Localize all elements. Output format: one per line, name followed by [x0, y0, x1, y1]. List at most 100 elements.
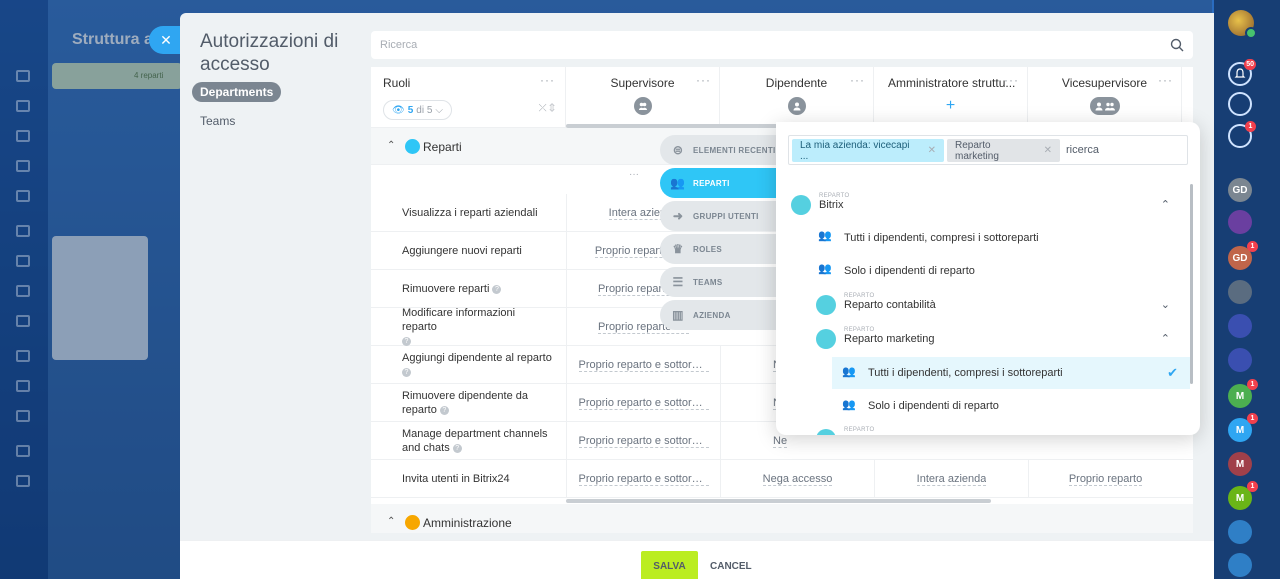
selector-search-input[interactable]: ricerca — [1066, 144, 1099, 156]
roles-label: Ruoli — [383, 76, 411, 90]
tag-label: Reparto marketing — [955, 139, 999, 162]
bookmark-icon[interactable] — [1228, 520, 1252, 544]
contact-avatar[interactable] — [1228, 348, 1252, 372]
user-avatar[interactable] — [1228, 10, 1257, 39]
tree-node-marketing[interactable]: REPARTO Reparto marketing ⌃ — [788, 324, 1188, 356]
nav-departments[interactable]: Departments — [192, 82, 282, 102]
support-chat-icon[interactable] — [1228, 553, 1252, 577]
add-icon[interactable]: + — [942, 97, 960, 115]
crown-icon: ♛ — [672, 242, 684, 256]
column-amministratore[interactable]: Amministratore struttu... ··· + — [874, 67, 1028, 128]
selected-tag[interactable]: Reparto marketing ✕ — [947, 139, 1060, 162]
permission-cell[interactable]: Proprio reparto e sottorep... — [566, 384, 720, 422]
tree-option-selected[interactable]: 👥 Tutti i dipendenti, compresi i sottore… — [832, 357, 1190, 389]
more-icon[interactable]: ··· — [1158, 73, 1173, 87]
chevron-up-icon[interactable]: ⌃ — [387, 140, 395, 151]
chat-icon[interactable]: 1 — [1228, 121, 1256, 148]
contact-badge: 1 — [1247, 241, 1258, 252]
remove-tag-icon[interactable]: ✕ — [1044, 145, 1052, 156]
cancel-button[interactable]: CANCEL — [710, 551, 752, 579]
contact-avatar[interactable] — [1228, 314, 1252, 338]
contact-avatar[interactable] — [1228, 280, 1252, 304]
tab-label: ELEMENTI RECENTI — [693, 145, 776, 155]
tree-option[interactable]: 👥 Solo i dipendenti di reparto — [788, 392, 1188, 420]
option-label: Tutti i dipendenti, compresi i sottorepa… — [844, 232, 1039, 244]
selected-tag[interactable]: La mia azienda: vicecapi ... ✕ — [792, 139, 944, 162]
permission-name: Modificare informazioni reparto? — [402, 307, 552, 346]
help-icon[interactable]: ? — [439, 405, 449, 415]
user-group-icon — [633, 97, 652, 115]
contact-initials: GD — [1232, 252, 1248, 264]
department-icon — [791, 195, 811, 215]
search-icon[interactable] — [1170, 38, 1184, 52]
save-button[interactable]: SALVA — [641, 551, 698, 579]
column-dipendente[interactable]: Dipendente ··· — [720, 67, 874, 128]
permission-value: Ne — [773, 434, 788, 448]
chevron-up-icon[interactable]: ⌃ — [1161, 332, 1170, 345]
more-icon[interactable]: ··· — [1004, 73, 1019, 87]
activity-stream-icon[interactable] — [1228, 92, 1252, 116]
permission-cell[interactable]: Proprio reparto e sottorep... — [566, 460, 720, 498]
more-icon[interactable]: ··· — [540, 73, 555, 87]
contact-avatar[interactable]: M — [1228, 452, 1252, 476]
remove-tag-icon[interactable]: ✕ — [928, 145, 936, 156]
chevron-down-icon[interactable]: ⌄ — [1161, 298, 1170, 311]
contact-avatar[interactable]: M1 — [1228, 379, 1258, 408]
table-row: Invita utenti in Bitrix24 Proprio repart… — [371, 460, 1193, 498]
tree-node-bitrix[interactable]: REPARTO Bitrix ⌃ — [788, 190, 1188, 222]
help-icon[interactable]: ? — [452, 443, 462, 453]
tree-option[interactable]: 👥 Tutti i dipendenti, compresi i sottore… — [788, 225, 1188, 253]
permission-cell[interactable]: Proprio reparto e sottorep... — [566, 422, 720, 460]
collapse-expand-icon[interactable]: ⤫ ⇕ — [539, 103, 555, 114]
tab-teams[interactable]: ☰ TEAMS — [660, 267, 780, 297]
section-amministrazione[interactable]: ⌃ Amministrazione — [371, 504, 1193, 533]
nav-icon — [16, 315, 30, 327]
permission-cell[interactable]: Proprio reparto — [1028, 460, 1182, 498]
permission-cell[interactable]: Nega accesso — [720, 460, 874, 498]
help-icon[interactable]: ? — [402, 367, 411, 377]
tree-node-contabilita[interactable]: REPARTO Reparto contabilità ⌄ — [788, 290, 1188, 322]
horizontal-scrollbar[interactable] — [566, 499, 991, 503]
permission-value: Proprio reparto — [1068, 472, 1143, 486]
side-nav: Departments Teams — [192, 82, 282, 140]
column-supervisore[interactable]: Supervisore ··· — [566, 67, 720, 128]
roles-filter[interactable]: 👁 5 di 5 ⌵ — [383, 100, 452, 120]
more-icon[interactable]: ··· — [696, 73, 711, 87]
help-icon[interactable]: ? — [492, 284, 502, 294]
more-icon[interactable]: ··· — [850, 73, 865, 87]
notifications-bell-icon[interactable]: 50 — [1228, 59, 1256, 86]
contact-avatar[interactable] — [1228, 210, 1252, 234]
contact-avatar[interactable]: M1 — [1228, 413, 1258, 442]
contact-avatar[interactable]: M1 — [1228, 481, 1258, 510]
tab-gruppi-utenti[interactable]: ➜ GRUPPI UTENTI — [660, 201, 780, 231]
department-icon — [816, 329, 836, 349]
chevron-up-icon[interactable]: ⌃ — [1161, 198, 1170, 211]
tree-option[interactable]: 👥 Solo i dipendenti di reparto — [788, 258, 1188, 286]
tab-azienda[interactable]: ▥ AZIENDA — [660, 300, 780, 330]
permission-label: Modificare informazioni reparto — [402, 307, 516, 333]
tab-label: TEAMS — [693, 277, 723, 287]
tab-label: GRUPPI UTENTI — [693, 211, 759, 221]
column-vicesupervisore[interactable]: Vicesupervisore ··· — [1028, 67, 1182, 128]
multi-user-icon — [1089, 97, 1120, 115]
chevron-up-icon[interactable]: ⌃ — [387, 516, 395, 527]
tab-reparti[interactable]: 👥 REPARTI — [660, 168, 780, 198]
contact-avatar[interactable]: GD 1 — [1228, 241, 1258, 270]
vertical-scrollbar[interactable] — [1190, 184, 1193, 384]
permission-cell[interactable]: Intera azienda — [874, 460, 1028, 498]
permission-name: Aggiungere nuovi reparti — [402, 232, 552, 270]
nav-teams[interactable]: Teams — [192, 111, 281, 131]
contact-initials: M — [1235, 458, 1245, 470]
more-icon[interactable]: ··· — [629, 169, 639, 180]
help-icon[interactable]: ? — [402, 336, 411, 346]
contact-initials: GD — [1232, 184, 1248, 196]
contact-avatar[interactable]: GD — [1228, 178, 1252, 202]
selected-tags-field[interactable]: La mia azienda: vicecapi ... ✕ Reparto ma… — [788, 135, 1188, 165]
close-slider-button[interactable]: ✕ — [149, 26, 183, 54]
tree-node[interactable]: REPARTO — [788, 424, 1188, 435]
permission-cell[interactable]: Proprio reparto e sottorep... — [566, 346, 720, 384]
tab-recent[interactable]: ⊜ ELEMENTI RECENTI — [660, 135, 780, 165]
tab-roles[interactable]: ♛ ROLES — [660, 234, 780, 264]
search-input[interactable]: Ricerca — [371, 31, 1193, 59]
contact-initials: M — [1235, 492, 1245, 504]
